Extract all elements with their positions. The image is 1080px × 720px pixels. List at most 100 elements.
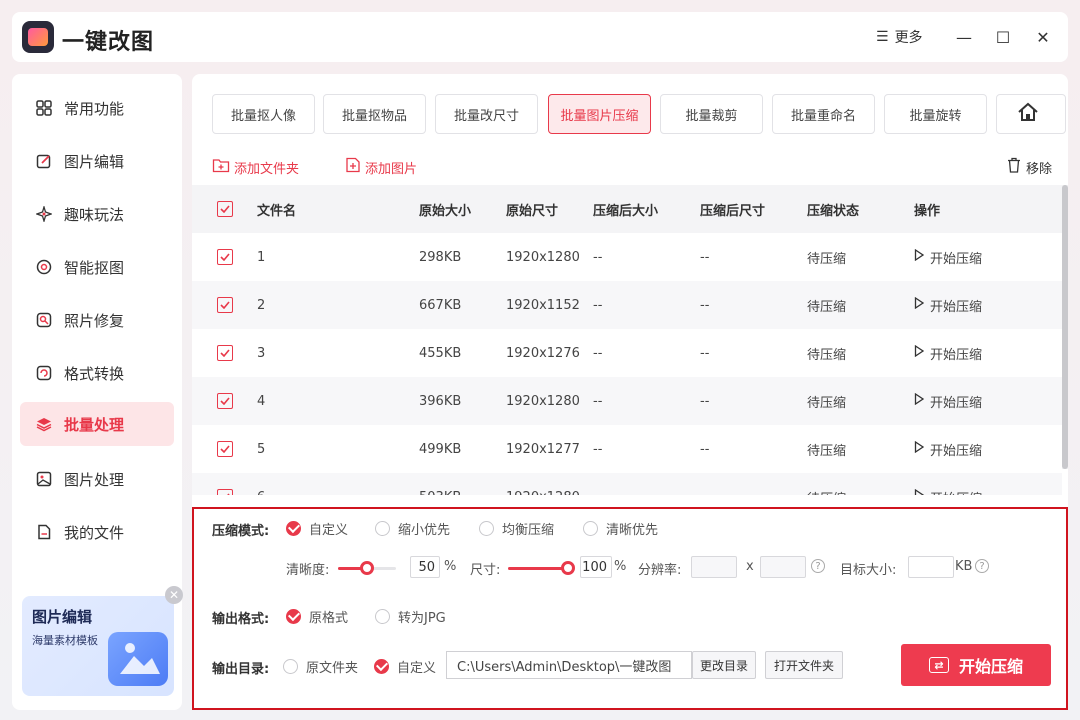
- start-row-button[interactable]: 开始压缩: [914, 425, 982, 473]
- minimize-button[interactable]: —: [952, 25, 976, 49]
- header-status[interactable]: 压缩状态: [807, 185, 859, 233]
- sidebar-item-image[interactable]: 图片处理: [20, 457, 174, 501]
- row-checkbox[interactable]: [217, 345, 233, 361]
- sidebar-item-fun[interactable]: 趣味玩法: [20, 192, 174, 236]
- sidebar-item-files[interactable]: 我的文件: [20, 510, 174, 554]
- radio-label: 清晰优先: [606, 523, 659, 538]
- cell-cdim: --: [700, 473, 709, 496]
- header-orig-size[interactable]: 原始大小: [419, 185, 471, 233]
- mode-clarity-radio[interactable]: 清晰优先: [583, 519, 658, 538]
- row-checkbox[interactable]: [217, 441, 233, 457]
- more-button[interactable]: ☰ 更多: [876, 27, 923, 47]
- clarity-value-input[interactable]: 50: [410, 556, 440, 578]
- header-operation: 操作: [914, 203, 941, 219]
- sidebar-item-repair[interactable]: 照片修复: [20, 298, 174, 342]
- tab-batch-object[interactable]: 批量抠物品: [323, 94, 426, 134]
- promo-close-icon[interactable]: ✕: [165, 586, 183, 604]
- sidebar-item-edit[interactable]: 图片编辑: [20, 139, 174, 183]
- grid-icon: [36, 100, 52, 116]
- start-compress-button[interactable]: ⇄ 开始压缩: [901, 644, 1051, 686]
- more-label: 更多: [894, 30, 923, 46]
- resolution-help-icon[interactable]: ?: [811, 559, 825, 573]
- play-icon: [914, 440, 925, 457]
- file-icon: [36, 524, 52, 540]
- format-jpg-radio[interactable]: 转为JPG: [375, 607, 446, 626]
- tab-batch-rename[interactable]: 批量重命名: [772, 94, 875, 134]
- change-dir-button[interactable]: 更改目录: [692, 651, 756, 679]
- clarity-percent: %: [444, 559, 457, 574]
- start-row-button[interactable]: 开始压缩: [914, 329, 982, 377]
- cell-status: 待压缩: [807, 395, 847, 411]
- sidebar-item-common[interactable]: 常用功能: [20, 86, 174, 130]
- target-size-input[interactable]: [908, 556, 954, 578]
- table-row[interactable]: 3 455KB 1920x1276 -- -- 待压缩 开始压缩: [192, 329, 1062, 377]
- cell-status: 待压缩: [807, 473, 846, 496]
- start-row-button[interactable]: 开始压缩: [914, 233, 982, 281]
- radio-dot: [286, 609, 301, 624]
- tab-batch-resize[interactable]: 批量改尺寸: [435, 94, 538, 134]
- header-comp-size[interactable]: 压缩后大小: [593, 185, 658, 233]
- tab-batch-rotate[interactable]: 批量旋转: [884, 94, 987, 134]
- mode-custom-radio[interactable]: 自定义: [286, 519, 348, 538]
- radio-label: 自定义: [397, 661, 437, 676]
- radio-label: 自定义: [309, 523, 349, 538]
- add-folder-button[interactable]: 添加文件夹: [212, 157, 299, 177]
- row-checkbox[interactable]: [217, 393, 233, 409]
- start-row-button[interactable]: 开始压缩: [914, 473, 982, 495]
- mode-smaller-radio[interactable]: 缩小优先: [375, 519, 450, 538]
- tab-batch-portrait[interactable]: 批量抠人像: [212, 94, 315, 134]
- cell-csize: --: [593, 473, 602, 496]
- tab-batch-crop[interactable]: 批量裁剪: [660, 94, 763, 134]
- start-row-button[interactable]: 开始压缩: [914, 377, 982, 425]
- cell-dim: 1920x1152: [506, 297, 580, 313]
- promo-banner[interactable]: 图片编辑 海量素材模板 ✕: [22, 586, 183, 696]
- resolution-width-input[interactable]: [691, 556, 737, 578]
- cell-dim: 1920x1280: [506, 393, 580, 409]
- row-checkbox[interactable]: [217, 489, 233, 495]
- dir-original-radio[interactable]: 原文件夹: [283, 657, 358, 676]
- convert-icon: [36, 365, 52, 381]
- clarity-slider[interactable]: [338, 561, 396, 575]
- cell-size: 667KB: [419, 297, 462, 313]
- table-row[interactable]: 1 298KB 1920x1280 -- -- 待压缩 开始压缩: [192, 233, 1062, 281]
- open-folder-button[interactable]: 打开文件夹: [765, 651, 843, 679]
- table-row[interactable]: 2 667KB 1920x1152 -- -- 待压缩 开始压缩: [192, 281, 1062, 329]
- size-slider[interactable]: [508, 561, 575, 575]
- row-checkbox[interactable]: [217, 249, 233, 265]
- home-button[interactable]: [996, 94, 1066, 134]
- remove-button[interactable]: 移除: [1006, 157, 1052, 177]
- header-orig-dim[interactable]: 原始尺寸: [506, 185, 558, 233]
- resolution-height-input[interactable]: [760, 556, 806, 578]
- start-compress-label: 开始压缩: [958, 657, 1023, 676]
- table-scrollbar[interactable]: [1062, 185, 1068, 469]
- format-original-radio[interactable]: 原格式: [286, 607, 348, 626]
- maximize-button[interactable]: ☐: [991, 25, 1015, 49]
- size-value-input[interactable]: 100: [580, 556, 612, 578]
- header-filename[interactable]: 文件名: [257, 185, 296, 233]
- close-button[interactable]: ✕: [1031, 25, 1055, 49]
- dir-custom-radio[interactable]: 自定义: [374, 657, 436, 676]
- row-checkbox[interactable]: [217, 297, 233, 313]
- mode-balanced-radio[interactable]: 均衡压缩: [479, 519, 554, 538]
- size-slider-knob[interactable]: [561, 561, 575, 575]
- output-path-field[interactable]: C:\Users\Admin\Desktop\一键改图: [446, 651, 692, 679]
- target-size-help-icon[interactable]: ?: [975, 559, 989, 573]
- target-size-label: 目标大小:: [840, 563, 897, 578]
- clarity-label: 清晰度:: [286, 563, 330, 578]
- table-row[interactable]: 5 499KB 1920x1277 -- -- 待压缩 开始压缩: [192, 425, 1062, 473]
- table-row[interactable]: 4 396KB 1920x1280 -- -- 待压缩 开始压缩: [192, 377, 1062, 425]
- promo-title: 图片编辑: [32, 608, 93, 626]
- header-comp-dim[interactable]: 压缩后尺寸: [700, 185, 765, 233]
- cell-csize: --: [593, 297, 603, 313]
- start-row-button[interactable]: 开始压缩: [914, 281, 982, 329]
- clarity-slider-knob[interactable]: [360, 561, 374, 575]
- table-row[interactable]: 6 503KB 1920x1280 -- -- 待压缩开始压缩: [192, 473, 1062, 495]
- select-all-checkbox[interactable]: [217, 201, 233, 217]
- sidebar-item-batch[interactable]: 批量处理: [20, 402, 174, 446]
- sidebar-item-cutout[interactable]: 智能抠图: [20, 245, 174, 289]
- scrollbar-thumb[interactable]: [1062, 185, 1068, 469]
- tab-batch-compress[interactable]: 批量图片压缩: [548, 94, 651, 134]
- sidebar-item-convert[interactable]: 格式转换: [20, 351, 174, 395]
- play-icon: [914, 248, 925, 265]
- add-image-button[interactable]: 添加图片: [345, 157, 417, 177]
